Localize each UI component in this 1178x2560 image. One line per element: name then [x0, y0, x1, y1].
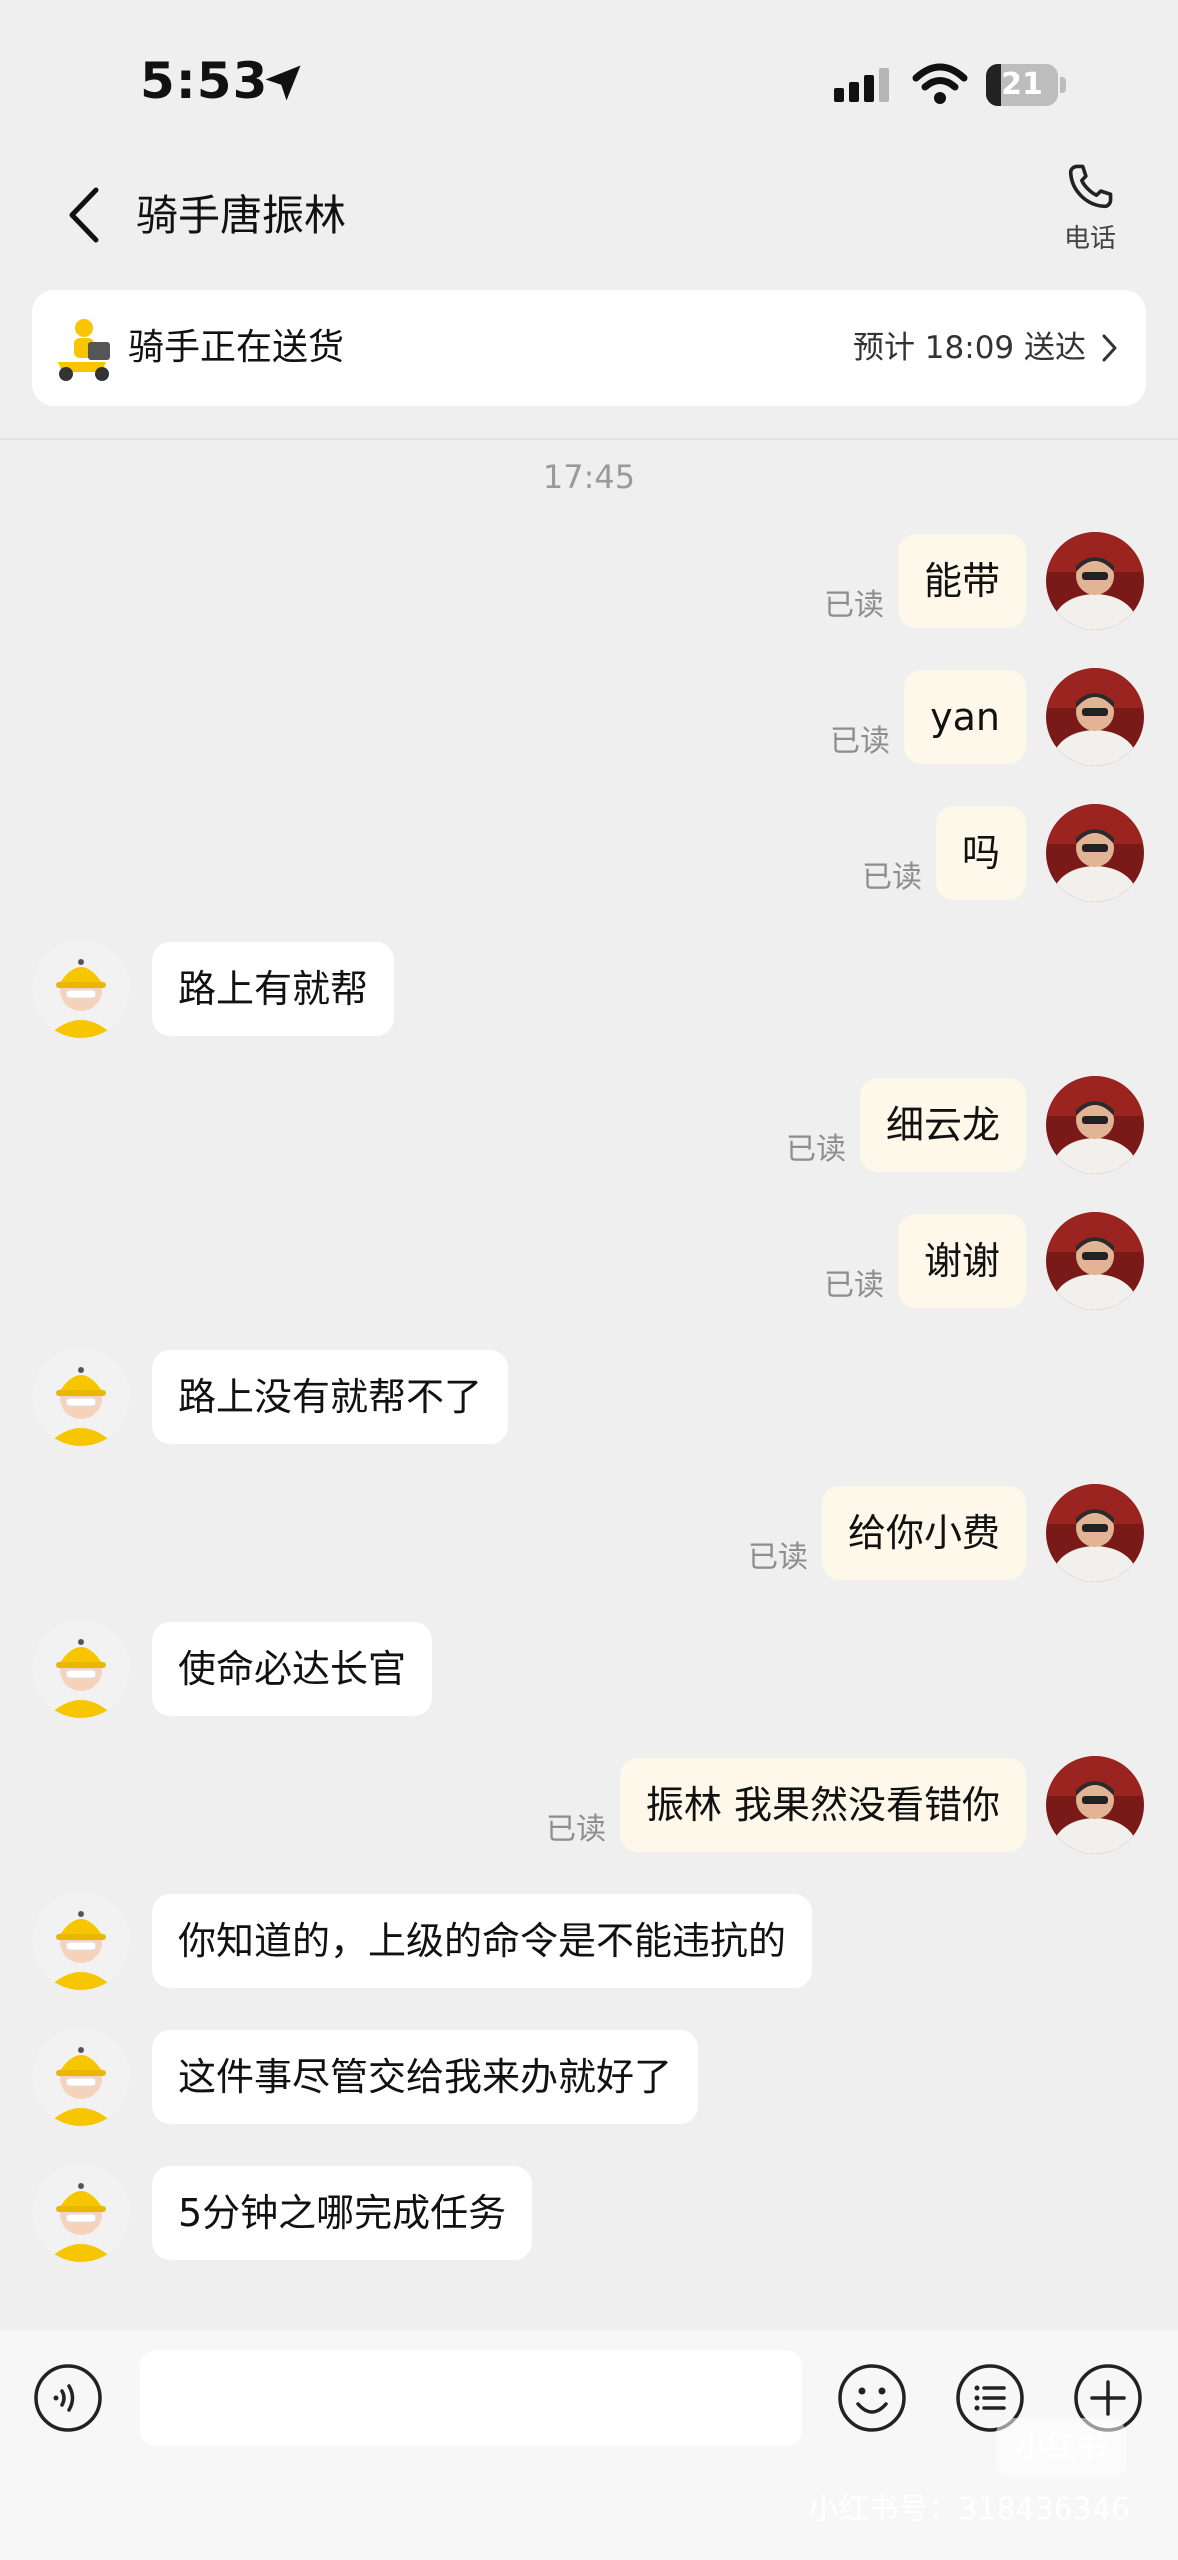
signal-icon	[834, 68, 889, 102]
delivery-status-text: 骑手正在送货	[128, 327, 345, 368]
read-receipt: 已读	[824, 588, 884, 623]
my-message-bubble[interactable]: 给你小费	[821, 1486, 1026, 1580]
rider-avatar[interactable]	[32, 1892, 130, 1990]
rider-avatar[interactable]	[32, 1620, 130, 1718]
my-avatar[interactable]	[1046, 1212, 1144, 1310]
rider-avatar[interactable]	[32, 940, 130, 1038]
header-divider	[0, 438, 1178, 440]
phone-icon	[1068, 164, 1113, 209]
battery-indicator: 21	[986, 64, 1066, 106]
read-receipt: 已读	[786, 1132, 846, 1167]
read-receipt: 已读	[862, 860, 922, 895]
message-input[interactable]	[140, 2350, 802, 2446]
rider-avatar[interactable]	[32, 2028, 130, 2126]
voice-icon[interactable]	[32, 2362, 104, 2434]
rider-avatar[interactable]	[32, 2164, 130, 2262]
read-receipt: 已读	[748, 1540, 808, 1575]
read-receipt: 已读	[824, 1268, 884, 1303]
rider-message-bubble[interactable]: 你知道的，上级的命令是不能违抗的	[152, 1894, 813, 1988]
chat-title: 骑手唐振林	[136, 191, 347, 240]
my-message-bubble[interactable]: 吗	[935, 806, 1026, 900]
emoji-icon[interactable]	[836, 2362, 908, 2434]
my-message-bubble[interactable]: 振林 我果然没看错你	[619, 1758, 1026, 1852]
my-avatar[interactable]	[1046, 804, 1144, 902]
my-message-bubble[interactable]: 能带	[897, 534, 1026, 628]
call-button[interactable]: 电话	[1050, 158, 1130, 258]
read-receipt: 已读	[830, 724, 890, 759]
rider-message-bubble[interactable]: 路上没有就帮不了	[152, 1350, 509, 1444]
wifi-icon	[912, 63, 968, 104]
my-message-bubble[interactable]: 谢谢	[897, 1214, 1026, 1308]
my-avatar[interactable]	[1046, 1756, 1144, 1854]
my-avatar[interactable]	[1046, 532, 1144, 630]
status-bar: 5:53 21	[0, 0, 1178, 150]
watermark-logo: 小红书	[996, 2418, 1126, 2478]
watermark-text: 小红书号：318436346	[808, 2492, 1130, 2527]
rider-avatar[interactable]	[32, 1348, 130, 1446]
delivery-status-card[interactable]: 骑手正在送货 预计 18:09 送达	[32, 290, 1146, 406]
status-time: 5:53	[140, 52, 269, 110]
rider-message-bubble[interactable]: 5分钟之哪完成任务	[152, 2166, 533, 2260]
delivery-rider-icon	[58, 319, 110, 381]
input-bar: 小红书 小红书号：318436346	[0, 2330, 1178, 2560]
my-message-bubble[interactable]: yan	[904, 670, 1026, 764]
my-avatar[interactable]	[1046, 1484, 1144, 1582]
rider-message-bubble[interactable]: 使命必达长官	[152, 1622, 433, 1716]
chat-header: 骑手唐振林 电话	[0, 150, 1178, 280]
call-label: 电话	[1063, 224, 1116, 254]
delivery-eta: 预计 18:09 送达	[852, 330, 1086, 366]
location-arrow-icon	[265, 65, 301, 101]
read-receipt: 已读	[546, 1812, 606, 1847]
chevron-right-icon	[1102, 334, 1117, 362]
chat-timestamp: 17:45	[542, 458, 636, 496]
battery-level-text: 21	[1001, 67, 1043, 102]
my-avatar[interactable]	[1046, 668, 1144, 766]
back-chevron-icon[interactable]	[60, 180, 110, 250]
my-message-bubble[interactable]: 细云龙	[859, 1078, 1026, 1172]
rider-message-bubble[interactable]: 这件事尽管交给我来办就好了	[152, 2030, 699, 2124]
rider-message-bubble[interactable]: 路上有就帮	[152, 942, 395, 1036]
my-avatar[interactable]	[1046, 1076, 1144, 1174]
